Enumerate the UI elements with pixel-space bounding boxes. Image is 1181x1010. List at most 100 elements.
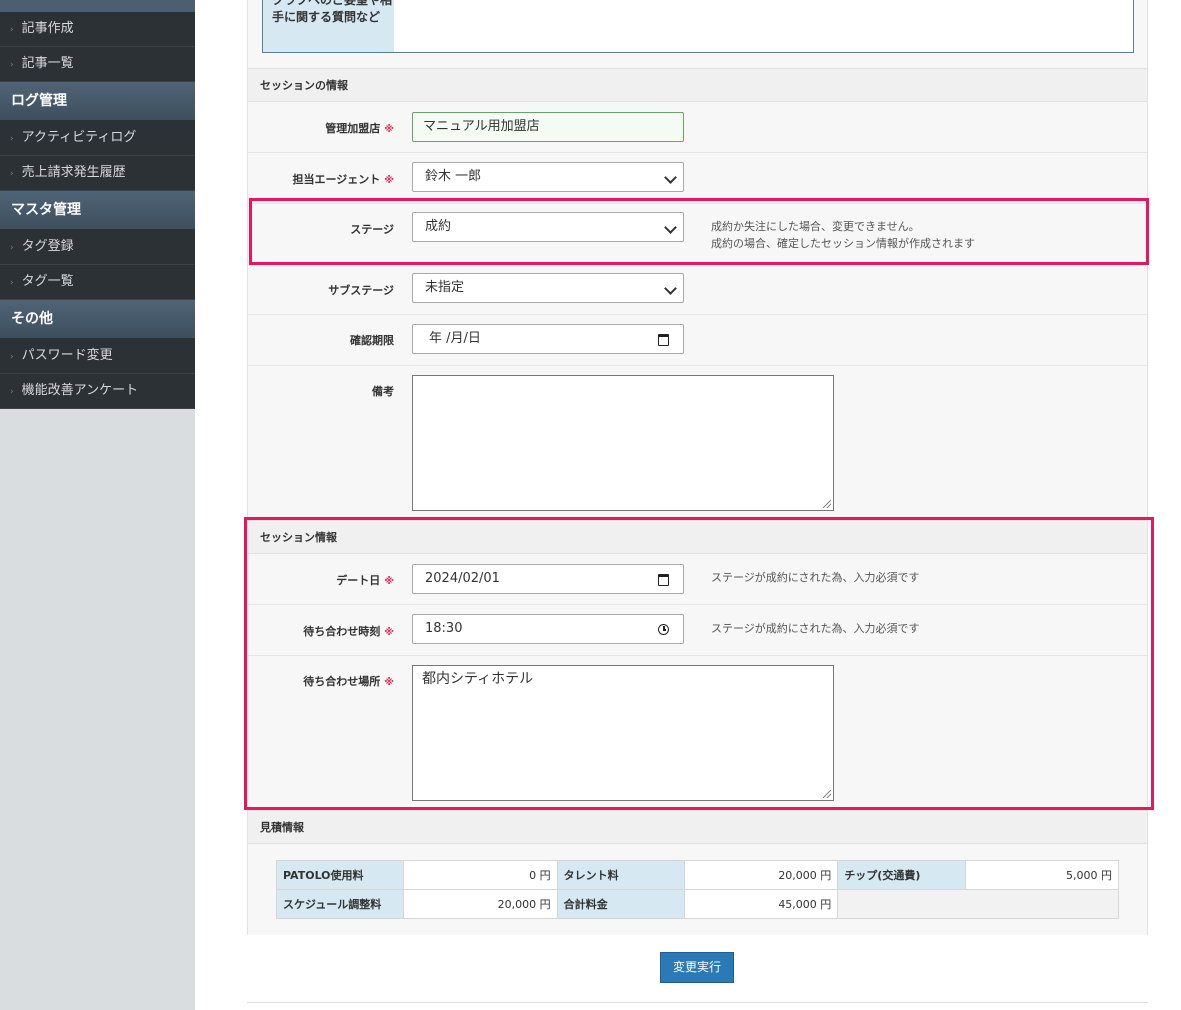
sidebar-item-article-list[interactable]: › 記事一覧 (0, 47, 195, 82)
agent-label-text: 担当エージェント (292, 173, 381, 186)
date-label: デート日 ※ (248, 572, 394, 588)
required-mark: ※ (384, 175, 394, 186)
deadline-label: 確認期限 (350, 334, 394, 347)
stage-select[interactable]: 成約 (412, 212, 684, 242)
agent-label: 担当エージェント ※ (248, 171, 394, 187)
chevron-right-icon: › (10, 60, 14, 70)
sidebar-item-activity-log[interactable]: › アクティビティログ (0, 121, 195, 156)
time-hint: ステージが成約にされた為、入力必須です (711, 622, 920, 635)
estimate-value: 20,000 円 (683, 860, 839, 890)
sidebar-item-article-create[interactable]: › 記事作成 (0, 12, 195, 47)
estimate-label: 合計料金 (556, 889, 685, 919)
sidebar-item-label: 記事作成 (21, 21, 74, 36)
calendar-icon[interactable] (658, 334, 669, 346)
sidebar-item-label: タグ一覧 (21, 274, 74, 289)
note-textarea[interactable] (412, 375, 834, 511)
chevron-right-icon: › (10, 387, 14, 397)
resize-grip-icon[interactable] (823, 790, 831, 798)
place-label-text: 待ち合わせ場所 (303, 675, 381, 688)
submit-button[interactable]: 変更実行 (660, 952, 734, 983)
stage-hint: 成約か失注にした場合、変更できません。 成約の場合、確定したセッション情報が作成… (711, 218, 975, 252)
sidebar-item-tag-list[interactable]: › タグ一覧 (0, 265, 195, 300)
sidebar-nav: › 記事作成 › 記事一覧 ログ管理 › アクティビティログ › 売上請求発生履歴 マス… (0, 0, 195, 409)
time-input-value: 18:30 (425, 621, 463, 636)
row-agent: 担当エージェント ※ 鈴木 一郎 (248, 153, 1147, 204)
required-mark: ※ (384, 627, 394, 638)
section-heading-estimate: 見積情報 (248, 810, 1147, 844)
store-input[interactable]: マニュアル用加盟店 (412, 112, 684, 142)
divider (247, 1002, 1148, 1003)
resize-grip-icon[interactable] (823, 500, 831, 508)
store-label: 管理加盟店 ※ (248, 120, 394, 136)
row-place: 待ち合わせ場所 ※ 都内シティホテル (248, 656, 1147, 808)
sidebar-item-label: 機能改善アンケート (21, 383, 139, 398)
date-input-value: 2024/02/01 (425, 571, 500, 586)
sidebar-item-label: 売上請求発生履歴 (21, 165, 126, 180)
required-mark: ※ (384, 124, 394, 135)
club-request-label: クラブへのご要望や相手に関する質問など (263, 0, 394, 52)
row-deadline: 確認期限 年 /月/日 (248, 315, 1147, 366)
sidebar-top-strip (0, 0, 195, 12)
time-label: 待ち合わせ時刻 ※ (248, 623, 394, 639)
sidebar-item-label: 記事一覧 (21, 56, 74, 71)
place-textarea[interactable]: 都内シティホテル (412, 665, 834, 801)
clock-icon[interactable] (658, 624, 669, 635)
estimate-table: PATOLO使用料 0 円 タレント料 20,000 円 チップ(交通費) 5,… (275, 860, 1120, 919)
chevron-down-icon (664, 282, 677, 295)
stage-select-value: 成約 (425, 219, 452, 234)
row-substage: サブステージ 未指定 (248, 265, 1147, 315)
form-panel: クラブへのご要望や相手に関する質問など セッションの情報 管理加盟店 ※ マニュア… (247, 0, 1148, 935)
sidebar-item-label: パスワード変更 (21, 348, 113, 363)
estimate-value: 20,000 円 (403, 889, 558, 919)
estimate-label: タレント料 (556, 860, 685, 890)
sidebar-heading-other: その他 (0, 300, 195, 339)
estimate-value: 45,000 円 (683, 889, 839, 919)
sidebar-item-password-change[interactable]: › パスワード変更 (0, 339, 195, 374)
place-label: 待ち合わせ場所 ※ (248, 673, 394, 689)
substage-label: サブステージ (328, 284, 394, 297)
time-input[interactable]: 18:30 (412, 614, 684, 644)
chevron-right-icon: › (10, 134, 14, 144)
section-heading-session-detail: セッション情報 (248, 520, 1147, 554)
estimate-label: PATOLO使用料 (275, 860, 405, 890)
row-stage: ステージ 成約 成約か失注にした場合、変更できません。 成約の場合、確定したセッ… (248, 204, 1147, 265)
date-input[interactable]: 2024/02/01 (412, 564, 684, 594)
chevron-right-icon: › (10, 243, 14, 253)
chevron-right-icon: › (10, 169, 14, 179)
sidebar-heading-log: ログ管理 (0, 82, 195, 121)
chevron-right-icon: › (10, 25, 14, 35)
sidebar-item-survey[interactable]: › 機能改善アンケート (0, 374, 195, 409)
deadline-date-input[interactable]: 年 /月/日 (412, 324, 684, 354)
club-request-label-text: クラブへのご要望や相手に関する質問など (272, 0, 393, 24)
place-textarea-value: 都内シティホテル (422, 671, 534, 687)
sidebar-item-tag-register[interactable]: › タグ登録 (0, 230, 195, 265)
substage-select[interactable]: 未指定 (412, 273, 684, 303)
sidebar: › 記事作成 › 記事一覧 ログ管理 › アクティビティログ › 売上請求発生履歴 マス… (0, 0, 195, 1010)
stage-label: ステージ (350, 223, 394, 236)
row-store: 管理加盟店 ※ マニュアル用加盟店 (248, 103, 1147, 153)
date-hint: ステージが成約にされた為、入力必須です (711, 571, 920, 584)
calendar-icon[interactable] (658, 574, 669, 586)
stage-hint-line2: 成約の場合、確定したセッション情報が作成されます (711, 237, 975, 250)
sidebar-item-billing-history[interactable]: › 売上請求発生履歴 (0, 156, 195, 191)
section-heading-session: セッションの情報 (248, 68, 1147, 102)
estimate-label: スケジュール調整料 (275, 889, 405, 919)
agent-select[interactable]: 鈴木 一郎 (412, 162, 684, 192)
club-request-field: クラブへのご要望や相手に関する質問など (262, 0, 1134, 53)
estimate-value: 0 円 (403, 860, 558, 890)
row-time: 待ち合わせ時刻 ※ 18:30 ステージが成約にされた為、入力必須です (248, 605, 1147, 656)
sidebar-heading-master: マスタ管理 (0, 191, 195, 230)
agent-select-value: 鈴木 一郎 (425, 169, 482, 184)
required-mark: ※ (384, 576, 394, 587)
table-row: スケジュール調整料 20,000 円 合計料金 45,000 円 (275, 889, 1119, 919)
estimate-label: チップ(交通費) (837, 860, 966, 890)
deadline-date-value: 年 /月/日 (429, 331, 481, 346)
chevron-down-icon (664, 221, 677, 234)
main-content: クラブへのご要望や相手に関する質問など セッションの情報 管理加盟店 ※ マニュア… (196, 0, 1181, 1010)
note-label: 備考 (372, 385, 394, 398)
estimate-value: 5,000 円 (964, 860, 1120, 890)
row-date: デート日 ※ 2024/02/01 ステージが成約にされた為、入力必須です (248, 555, 1147, 605)
time-label-text: 待ち合わせ時刻 (303, 625, 381, 638)
estimate-empty-cell (837, 889, 1119, 919)
chevron-right-icon: › (10, 352, 14, 362)
